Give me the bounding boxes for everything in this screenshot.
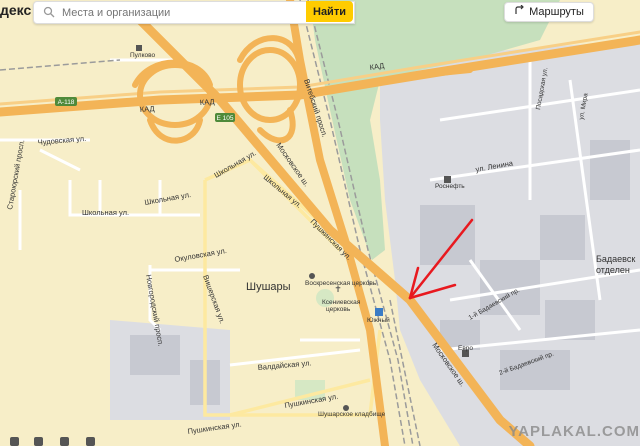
label-shushary: Шушары bbox=[246, 281, 291, 293]
watermark: YAPLAKAL.COM bbox=[508, 423, 640, 440]
label-kad2: КАД bbox=[200, 97, 215, 107]
panorama-icon[interactable] bbox=[60, 437, 69, 446]
label-shkolnaya3: Школьная ул. bbox=[82, 208, 129, 217]
label-ksenia1: Ксениевская bbox=[322, 299, 361, 306]
label-badaevsky1: Бадаевск bbox=[596, 254, 635, 264]
print-icon[interactable] bbox=[10, 437, 19, 446]
label-badaevsky2: отделен bbox=[596, 265, 630, 275]
route-icon bbox=[514, 4, 525, 19]
label-kad1: КАД bbox=[140, 104, 155, 114]
label-voskresenskaya: Воскресенская церковь bbox=[305, 280, 377, 287]
label-kladbishe: Шушарское кладбище bbox=[318, 410, 386, 418]
routes-button[interactable]: Маршруты bbox=[504, 2, 594, 22]
label-rosneft: Роснефть bbox=[435, 183, 465, 190]
label-ksenia2: церковь bbox=[326, 306, 351, 313]
label-pulkovo: Пулково bbox=[130, 52, 155, 59]
top-bar: декс Найти Маршруты bbox=[0, 0, 640, 24]
shield-a118: А-118 bbox=[58, 99, 75, 106]
brand-logo[interactable]: декс bbox=[0, 2, 31, 18]
label-evro: Евро bbox=[458, 345, 473, 352]
map-canvas[interactable]: ✝ А-118 Е 105 КАД КАД КАД Витебский прос… bbox=[0, 0, 640, 446]
label-yuzhny: Южный bbox=[367, 316, 390, 324]
bottom-toolbar bbox=[0, 434, 110, 446]
traffic-icon[interactable] bbox=[34, 437, 43, 446]
search-input[interactable] bbox=[60, 4, 344, 22]
shield-e105: Е 105 bbox=[217, 115, 234, 122]
search-icon bbox=[43, 6, 55, 18]
ruler-icon[interactable] bbox=[86, 437, 95, 446]
find-button[interactable]: Найти bbox=[306, 1, 353, 22]
routes-label: Маршруты bbox=[529, 5, 584, 18]
